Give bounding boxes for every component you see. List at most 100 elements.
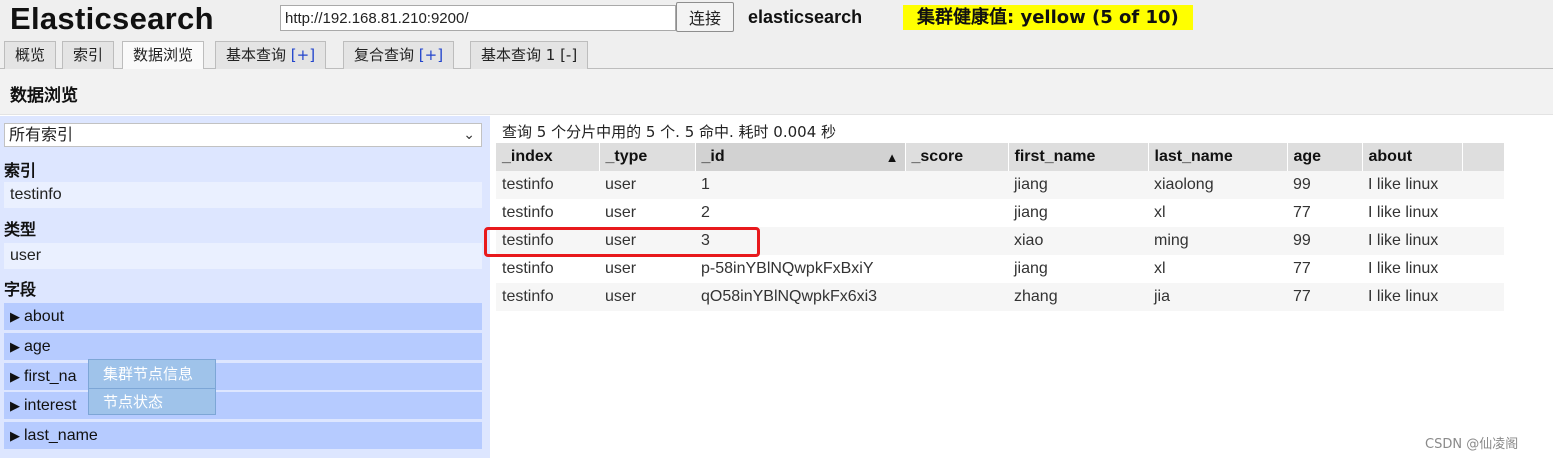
app-header: Elasticsearch 连接 elasticsearch 集群健康值: ye… — [0, 0, 1553, 40]
field-item-interest[interactable]: ▶ interest — [4, 392, 482, 419]
field-label: last_name — [24, 427, 98, 444]
tab-indices[interactable]: 索引 — [62, 41, 115, 69]
cell-first-name: jiang — [1014, 204, 1048, 221]
triangle-right-icon: ▶ — [10, 398, 20, 413]
triangle-right-icon: ▶ — [10, 428, 20, 443]
fields-heading: 字段 — [4, 280, 37, 299]
column-header-id[interactable]: _id ▲ — [695, 143, 906, 171]
tab-label: 基本查询 1 [-] — [481, 46, 578, 64]
cell-age: 77 — [1293, 204, 1311, 221]
cell-last-name: ming — [1148, 227, 1287, 255]
tab-add-bracket[interactable]: [+] — [419, 46, 443, 64]
section-title: 数据浏览 — [10, 86, 78, 106]
tab-basic-query-1[interactable]: 基本查询 1 [-] — [470, 41, 589, 69]
cell-first-name: jiang — [1014, 260, 1048, 277]
cell-last-name: xl — [1154, 260, 1166, 277]
cell-type: user — [599, 171, 695, 199]
cell-about: I like linux — [1368, 204, 1439, 221]
section-header: 数据浏览 — [0, 69, 1553, 115]
context-menu: 集群节点信息 节点状态 — [88, 359, 216, 415]
column-header-label: _id — [701, 148, 725, 165]
type-heading: 类型 — [4, 220, 37, 239]
column-header-type[interactable]: _type — [599, 143, 696, 171]
field-label: about — [24, 308, 65, 325]
cell-index: testinfo — [502, 204, 554, 221]
index-filter-item[interactable]: testinfo — [4, 182, 482, 208]
cell-about: I like linux — [1362, 283, 1462, 311]
table-row[interactable]: testinfo user qO58inYBlNQwpkFx6xi3 zhang… — [496, 283, 1504, 311]
field-item-about[interactable]: ▶ about — [4, 303, 482, 330]
sort-ascending-icon: ▲ — [885, 150, 899, 165]
index-select[interactable]: 所有索引 ⌄ — [4, 123, 482, 147]
cell-filler — [1462, 255, 1504, 283]
tab-label: 概览 — [15, 46, 46, 64]
triangle-right-icon: ▶ — [10, 309, 20, 324]
cell-score — [905, 199, 1008, 227]
cell-score — [905, 171, 1008, 199]
field-label: first_na — [24, 368, 77, 385]
cell-first-name: jiang — [1008, 171, 1148, 199]
column-header-age[interactable]: age — [1287, 143, 1363, 171]
cell-index: testinfo — [502, 260, 554, 277]
cluster-name: elasticsearch — [748, 7, 863, 27]
column-header-last-name[interactable]: last_name — [1148, 143, 1288, 171]
watermark: CSDN @仙凌阁 — [1425, 437, 1519, 452]
tab-label: 索引 — [73, 46, 104, 64]
cell-id: p-58inYBlNQwpkFxBxiY — [701, 260, 874, 277]
column-header-index[interactable]: _index — [496, 143, 600, 171]
field-label: interest — [24, 397, 77, 414]
cluster-url-input[interactable] — [280, 5, 676, 31]
app-logo: Elasticsearch — [10, 1, 214, 36]
browser-sidebar: 所有索引 ⌄ 索引 testinfo 类型 user 字段 ▶ about ▶ ag… — [0, 116, 490, 458]
cell-filler — [1462, 171, 1504, 199]
table-header-row: _index _type _id ▲ _score first_name last… — [496, 143, 1505, 171]
menu-item-cluster-nodes[interactable]: 集群节点信息 — [89, 361, 215, 388]
cell-id: 2 — [701, 204, 710, 221]
table-row[interactable]: testinfo user p-58inYBlNQwpkFxBxiY jiang… — [496, 255, 1504, 283]
cell-age: 77 — [1287, 283, 1362, 311]
cell-filler — [1462, 199, 1504, 227]
triangle-right-icon: ▶ — [10, 339, 20, 354]
tab-label: 数据浏览 — [133, 46, 194, 64]
table-row[interactable]: testinfo user 2 jiang xl 77 I like linux — [496, 199, 1504, 227]
tab-add-bracket[interactable]: [+] — [291, 46, 315, 64]
tab-compound-query[interactable]: 复合查询 [+] — [343, 41, 455, 69]
cell-filler — [1462, 227, 1504, 255]
tab-basic-query[interactable]: 基本查询 [+] — [215, 41, 327, 69]
column-header-about[interactable]: about — [1362, 143, 1463, 171]
cell-about: I like linux — [1368, 260, 1439, 277]
column-header-first-name[interactable]: first_name — [1008, 143, 1149, 171]
tab-label: 基本查询 — [226, 46, 291, 64]
connect-button[interactable]: 连接 — [676, 2, 734, 32]
cell-age: 77 — [1293, 260, 1311, 277]
cell-last-name: jia — [1148, 283, 1287, 311]
cell-type: user — [599, 283, 695, 311]
tab-browser[interactable]: 数据浏览 — [122, 41, 205, 70]
field-item-last-name[interactable]: ▶ last_name — [4, 422, 482, 449]
cell-index: testinfo — [496, 283, 599, 311]
cell-filler — [1462, 283, 1504, 311]
field-item-first-name[interactable]: ▶ first_na — [4, 363, 482, 390]
cell-type: user — [605, 204, 637, 221]
query-summary: 查询 5 个分片中用的 5 个. 5 命中. 耗时 0.004 秒 — [502, 123, 837, 141]
field-label: age — [24, 338, 51, 355]
column-header-score[interactable]: _score — [905, 143, 1009, 171]
field-item-age[interactable]: ▶ age — [4, 333, 482, 360]
tab-overview[interactable]: 概览 — [4, 41, 57, 69]
cell-index: testinfo — [496, 171, 599, 199]
cell-age: 99 — [1287, 171, 1362, 199]
index-select-value: 所有索引 — [9, 125, 74, 144]
triangle-right-icon: ▶ — [10, 369, 20, 384]
chevron-down-icon: ⌄ — [463, 127, 475, 143]
column-header-filler — [1462, 143, 1505, 171]
menu-item-node-stats[interactable]: 节点状态 — [89, 388, 215, 415]
type-filter-item[interactable]: user — [4, 243, 482, 269]
cell-score — [905, 283, 1008, 311]
cell-score — [905, 255, 1008, 283]
main-tabs: 概览 索引 数据浏览 基本查询 [+] 复合查询 [+] 基本查询 1 [-] — [0, 40, 1553, 70]
cell-last-name: xiaolong — [1148, 171, 1287, 199]
cell-age: 99 — [1287, 227, 1362, 255]
index-heading: 索引 — [4, 161, 37, 180]
table-row[interactable]: testinfo user 1 jiang xiaolong 99 I like… — [496, 171, 1504, 199]
tab-label: 复合查询 — [354, 46, 419, 64]
